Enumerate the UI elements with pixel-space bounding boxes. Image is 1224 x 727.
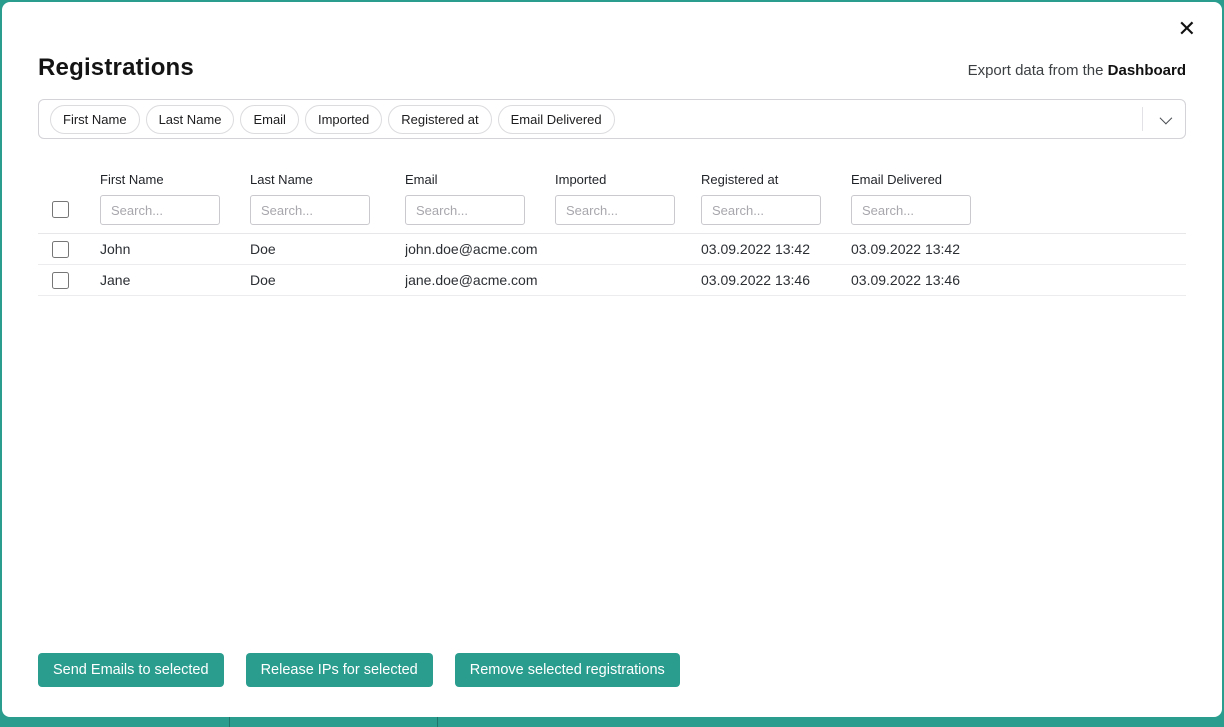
- chevron-down-icon: [1159, 111, 1172, 124]
- cell-email: john.doe@acme.com: [405, 241, 555, 257]
- table-header-row: First Name Last Name Email Imported Regi…: [38, 172, 1186, 234]
- remove-registrations-button[interactable]: Remove selected registrations: [455, 653, 680, 687]
- search-input-imported[interactable]: [555, 195, 675, 225]
- export-note: Export data from the Dashboard: [968, 62, 1186, 79]
- close-icon[interactable]: ✕: [1174, 14, 1200, 44]
- cell-last-name: Doe: [250, 272, 405, 288]
- filter-chip-email-delivered[interactable]: Email Delivered: [498, 105, 615, 134]
- column-header-email-delivered: Email Delivered: [851, 172, 1186, 187]
- send-emails-button[interactable]: Send Emails to selected: [38, 653, 224, 687]
- table-row: Jane Doe jane.doe@acme.com 03.09.2022 13…: [38, 265, 1186, 296]
- export-note-text: Export data from the: [968, 62, 1104, 79]
- filter-chip-last-name[interactable]: Last Name: [146, 105, 235, 134]
- cell-email-delivered: 03.09.2022 13:46: [851, 272, 1186, 288]
- filter-chip-list: First Name Last Name Email Imported Regi…: [50, 105, 1142, 134]
- filter-bar: First Name Last Name Email Imported Regi…: [38, 99, 1186, 139]
- modal-header: Registrations Export data from the Dashb…: [38, 54, 1186, 82]
- cell-registered-at: 03.09.2022 13:46: [701, 272, 851, 288]
- filter-chip-imported[interactable]: Imported: [305, 105, 382, 134]
- row-checkbox[interactable]: [52, 272, 69, 289]
- cell-registered-at: 03.09.2022 13:42: [701, 241, 851, 257]
- page-title: Registrations: [38, 54, 194, 82]
- bulk-actions: Send Emails to selected Release IPs for …: [38, 653, 680, 687]
- dashboard-link[interactable]: Dashboard: [1108, 62, 1186, 79]
- release-ips-button[interactable]: Release IPs for selected: [246, 653, 433, 687]
- column-header-first-name: First Name: [100, 172, 250, 187]
- registrations-table: First Name Last Name Email Imported Regi…: [38, 172, 1186, 296]
- search-input-first-name[interactable]: [100, 195, 220, 225]
- registrations-modal: ✕ Registrations Export data from the Das…: [2, 2, 1222, 717]
- filter-dropdown-area: [1142, 100, 1185, 138]
- filter-chip-registered-at[interactable]: Registered at: [388, 105, 491, 134]
- cell-email: jane.doe@acme.com: [405, 272, 555, 288]
- table-row: John Doe john.doe@acme.com 03.09.2022 13…: [38, 234, 1186, 265]
- column-header-registered-at: Registered at: [701, 172, 851, 187]
- cell-first-name: John: [100, 241, 250, 257]
- background-line: [229, 717, 230, 727]
- cell-email-delivered: 03.09.2022 13:42: [851, 241, 1186, 257]
- filter-chip-email[interactable]: Email: [240, 105, 299, 134]
- row-checkbox[interactable]: [52, 241, 69, 258]
- cell-first-name: Jane: [100, 272, 250, 288]
- search-input-email[interactable]: [405, 195, 525, 225]
- filter-dropdown-button[interactable]: [1143, 100, 1185, 138]
- background-line: [437, 717, 438, 727]
- select-all-checkbox[interactable]: [52, 201, 69, 218]
- search-input-email-delivered[interactable]: [851, 195, 971, 225]
- column-header-last-name: Last Name: [250, 172, 405, 187]
- search-input-registered-at[interactable]: [701, 195, 821, 225]
- column-header-imported: Imported: [555, 172, 701, 187]
- cell-last-name: Doe: [250, 241, 405, 257]
- filter-chip-first-name[interactable]: First Name: [50, 105, 140, 134]
- search-input-last-name[interactable]: [250, 195, 370, 225]
- column-header-email: Email: [405, 172, 555, 187]
